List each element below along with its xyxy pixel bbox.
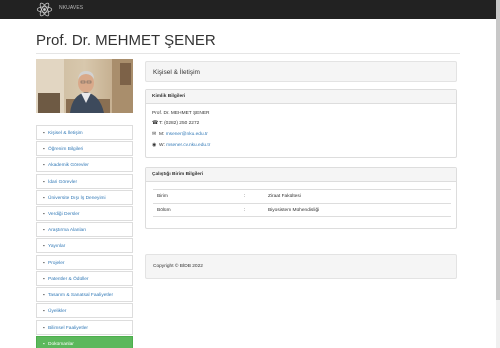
department-label: Bölüm [157, 208, 171, 213]
unit-table: Birim : Ziraat Fakültesi Bölüm : Biyosis… [153, 189, 451, 217]
sidebar-item-label: Üniversite Dışı İş Deneyimi [48, 196, 106, 201]
table-row: Bölüm : Biyosistem Mühendisliği [153, 203, 451, 217]
sidebar-item-verdigi-dersler[interactable]: ▪ Verdiği Dersler [36, 206, 133, 221]
phone-number: (0282) 250 2272 [164, 121, 200, 126]
sidebar-item-label: Patentler & Ödüller [48, 277, 89, 282]
sidebar-item-universite-disi-is-deneyimi[interactable]: ▪ Üniversite Dışı İş Deneyimi [36, 190, 133, 205]
page-title: Prof. Dr. MEHMET ŞENER [36, 32, 216, 49]
table-row: Birim : Ziraat Fakültesi [153, 189, 451, 203]
sidebar-item-uyelikler[interactable]: ▪ Üyelikler [36, 303, 133, 318]
sidebar-item-tasarim-sanatsal-faaliyetler[interactable]: ▪ Tasarım & Sanatsal Faaliyetler [36, 287, 133, 302]
page-scrollbar[interactable] [496, 0, 500, 348]
email-link[interactable]: msener@nku.edu.tr [166, 132, 208, 137]
sidebar-item-dokumanlar[interactable]: ▪ Dokümanlar [36, 336, 133, 348]
sidebar-item-label: Projeler [48, 261, 65, 266]
phone-line: ☎T: (0282) 250 2272 [152, 121, 199, 126]
sidebar-item-ogrenim-bilgileri[interactable]: ▪ Öğrenim Bilgileri [36, 141, 133, 156]
person-name: Prof. Dr. MEHMET ŞENER [152, 111, 210, 116]
identity-panel-heading: Kimlik Bilgileri [146, 90, 456, 104]
web-line: ◉ W: msener.cv.nku.edu.tr [152, 143, 210, 148]
email-line: ✉ M: msener@nku.edu.tr [152, 132, 208, 137]
unit-label: Birim [157, 194, 168, 199]
sidebar-item-label: Üyelikler [48, 309, 67, 314]
department-value: Biyosistem Mühendisliği [268, 208, 320, 213]
sidebar-item-label: Akademik Görevler [48, 163, 89, 168]
sidebar-item-idari-gorevler[interactable]: ▪ İdari Görevler [36, 174, 133, 189]
unit-panel: Çalıştığı Birim Bilgileri Birim : Ziraat… [145, 167, 457, 229]
atom-logo-icon[interactable] [36, 1, 53, 18]
sidebar-item-bilimsel-faaliyetler[interactable]: ▪ Bilimsel Faaliyetler [36, 320, 133, 335]
sidebar-item-label: Kişisel & İletişim [48, 131, 83, 136]
identity-panel: Kimlik Bilgileri Prof. Dr. MEHMET ŞENER … [145, 89, 457, 158]
sidebar-item-patentler-oduller[interactable]: ▪ Patentler & Ödüller [36, 271, 133, 286]
scrollbar-thumb[interactable] [496, 0, 500, 300]
sidebar-item-label: Verdiği Dersler [48, 212, 80, 217]
sidebar-item-kisisel-iletisim[interactable]: ▪ Kişisel & İletişim [36, 125, 133, 140]
unit-panel-heading: Çalıştığı Birim Bilgileri [146, 168, 456, 182]
sidebar-item-label: İdari Görevler [48, 180, 78, 185]
web-prefix: W: [159, 143, 165, 148]
phone-prefix: T: [159, 121, 163, 126]
footer-copyright: Copyright © BİDB 2022 [145, 254, 457, 279]
phone-icon: ☎ [152, 121, 158, 126]
sidebar-item-yayinlar[interactable]: ▪ Yayınlar [36, 238, 133, 253]
sidebar-item-label: Dokümanlar [48, 342, 74, 347]
title-divider [36, 53, 460, 54]
envelope-icon: ✉ [152, 132, 157, 137]
sidebar-item-akademik-gorevler[interactable]: ▪ Akademik Görevler [36, 157, 133, 172]
department-separator: : [244, 208, 246, 213]
sidebar-item-label: Bilimsel Faaliyetler [48, 326, 88, 331]
sidebar-item-label: Araştırma Alanları [48, 228, 87, 233]
email-prefix: M: [159, 132, 165, 137]
web-link[interactable]: msener.cv.nku.edu.tr [166, 143, 210, 148]
profile-photo [36, 59, 133, 113]
globe-icon: ◉ [152, 143, 157, 148]
sidebar-item-label: Yayınlar [48, 244, 66, 249]
top-navbar: NKUAVES [0, 0, 500, 19]
sidebar-item-arastirma-alanlari[interactable]: ▪ Araştırma Alanları [36, 222, 133, 237]
brand-name[interactable]: NKUAVES [59, 5, 83, 11]
sidebar-item-projeler[interactable]: ▪ Projeler [36, 255, 133, 270]
section-header: Kişisel & İletişim [145, 61, 457, 82]
unit-separator: : [244, 194, 246, 199]
sidebar-item-label: Öğrenim Bilgileri [48, 147, 84, 152]
unit-value: Ziraat Fakültesi [268, 194, 301, 199]
sidebar-item-label: Tasarım & Sanatsal Faaliyetler [48, 293, 114, 298]
